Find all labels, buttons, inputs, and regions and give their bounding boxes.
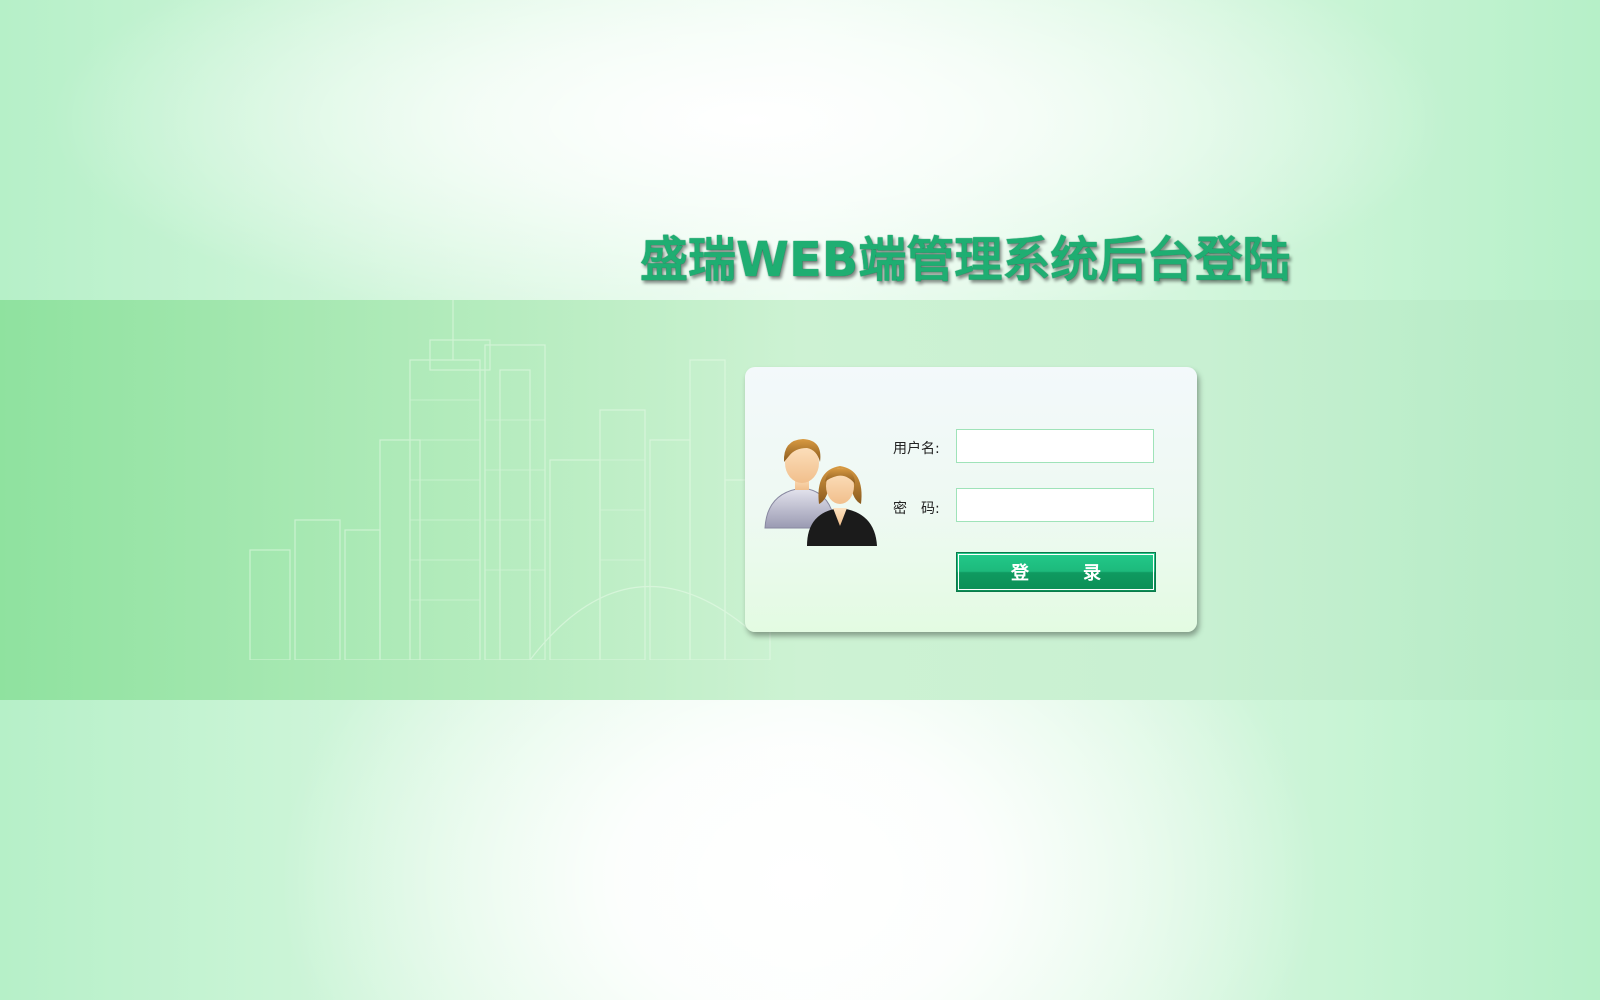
page-title: 盛瑞WEB端管理系统后台登陆 [640,232,1291,288]
username-label: 用户名: [893,441,940,457]
password-label: 密 码: [893,501,940,517]
city-skyline-illustration [249,300,771,660]
login-button[interactable]: 登 录 [956,552,1156,592]
login-page: 盛瑞WEB端管理系统后台登陆 用户名: 密 码: 登 录 [0,0,1600,1000]
username-input[interactable] [956,429,1154,463]
login-card: 用户名: 密 码: 登 录 [745,367,1197,632]
password-input[interactable] [956,488,1154,522]
users-icon [764,439,877,546]
